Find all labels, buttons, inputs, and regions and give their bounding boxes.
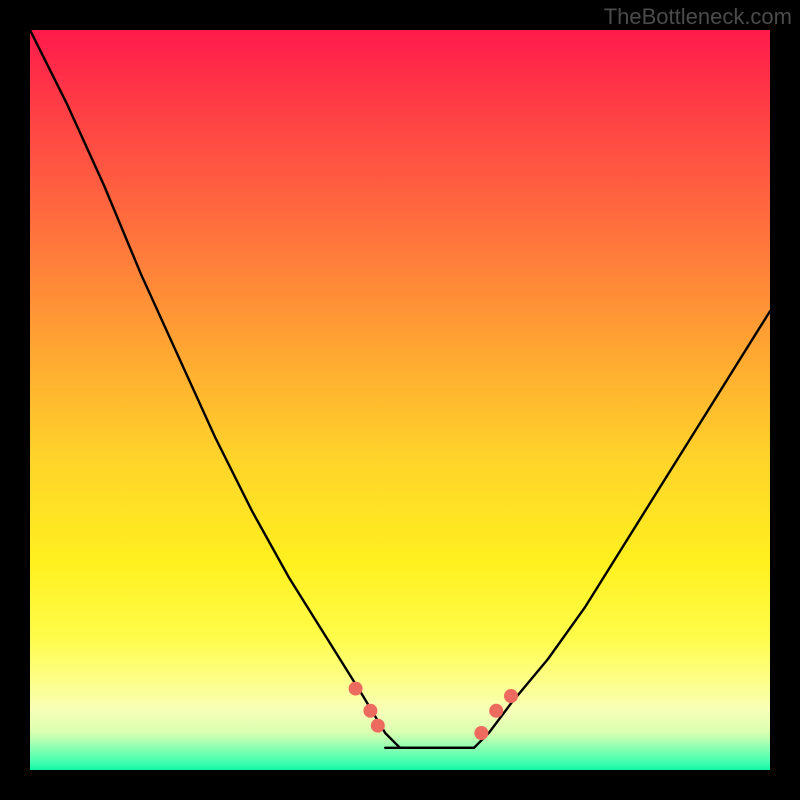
chart-frame: TheBottleneck.com xyxy=(0,0,800,800)
marker-dot xyxy=(474,726,488,740)
marker-dot xyxy=(489,704,503,718)
marker-dot xyxy=(371,719,385,733)
optimal-range-markers xyxy=(349,682,518,740)
watermark-text: TheBottleneck.com xyxy=(604,4,792,30)
marker-dot xyxy=(349,682,363,696)
marker-dot xyxy=(363,704,377,718)
plot-area xyxy=(30,30,770,770)
marker-dot xyxy=(504,689,518,703)
bottleneck-curve xyxy=(30,30,770,748)
chart-svg xyxy=(30,30,770,770)
